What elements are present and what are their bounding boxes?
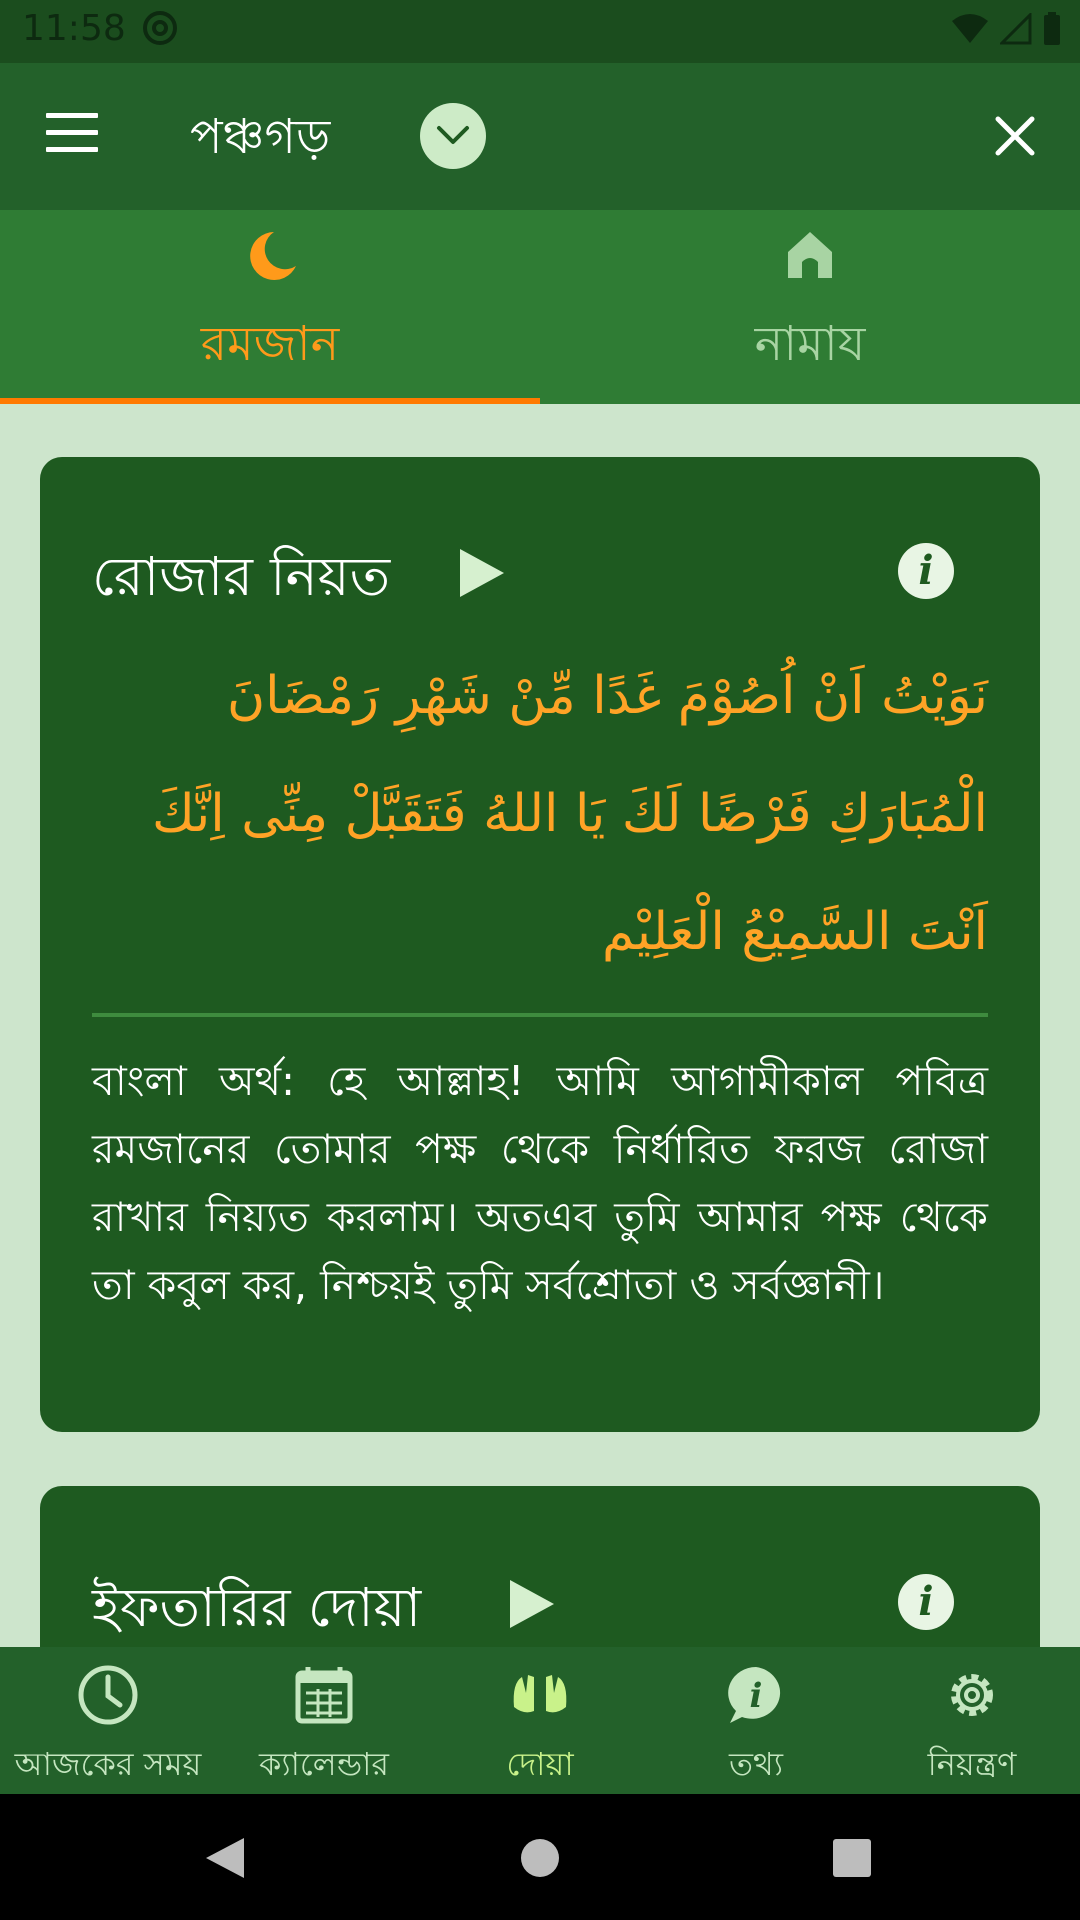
menu-icon-line [46,130,98,135]
crescent-moon-icon [250,232,296,280]
tab-ramadan[interactable]: রমজান [0,210,540,404]
nav-label: আজকের সময় [14,1745,202,1783]
battery-icon [1044,12,1060,45]
tab-bar: রমজান নামায [0,210,1080,404]
dua-card: রোজার নিয়ত i نَوَيْتُ اَنْ اُصُوْمَ غَد… [40,457,1040,1432]
tab-indicator [0,398,540,404]
status-time: 11:58 [22,8,126,49]
nav-label: ক্যালেন্ডার [258,1745,390,1783]
arabic-text: نَوَيْتُ اَنْ اُصُوْمَ غَدًا مِّنْ شَهْر… [151,666,988,962]
system-nav-bar [0,1794,1080,1920]
info-button[interactable]: i [898,543,954,599]
card-title: ইফতারির দোয়া [92,1576,422,1639]
nav-label: নিয়ন্ত্রণ [927,1745,1017,1783]
status-icons [950,12,1062,46]
chevron-down-icon [437,126,469,144]
app-bar: পঞ্চগড় [0,63,1080,210]
at-sign-icon [143,11,177,45]
card-title: রোজার নিয়ত [92,545,391,608]
close-icon[interactable] [990,111,1040,161]
info-bubble-icon: i [728,1667,781,1723]
calendar-icon [295,1667,353,1724]
gear-icon [951,1674,993,1716]
play-icon[interactable] [502,1576,558,1632]
nav-calendar[interactable]: ক্যালেন্ডার [216,1647,432,1794]
play-icon[interactable] [452,545,508,601]
menu-icon-line [46,147,98,152]
recents-icon[interactable] [832,1838,872,1878]
location-dropdown-button[interactable] [420,103,486,169]
clock-icon [78,1665,138,1725]
back-icon[interactable] [204,1836,246,1880]
location-title[interactable]: পঞ্চগড় [190,101,330,180]
status-bar: 11:58 [0,0,1080,63]
menu-icon-line [46,113,98,118]
bottom-nav: আজকের সময় ক্যালেন্ডার দোয়া i তথ্য নিয়… [0,1647,1080,1794]
nav-label: দোয়া [506,1745,574,1783]
mosque-icon [788,232,832,278]
nav-dua[interactable]: দোয়া [432,1647,648,1794]
signal-icon [1000,13,1032,45]
nav-settings[interactable]: নিয়ন্ত্রণ [864,1647,1080,1794]
tab-label-ramadan: রমজান [200,316,340,372]
wifi-icon [952,14,988,43]
tab-namaz[interactable]: নামায [540,210,1080,404]
nav-label: তথ্য [728,1745,783,1783]
praying-hands-icon [513,1675,567,1713]
divider [92,1013,988,1017]
nav-info[interactable]: i তথ্য [648,1647,864,1794]
tab-label-namaz: নামায [754,316,866,372]
bangla-meaning: বাংলা অর্থ: হে আল্লাহ! আমি আগামীকাল পবিত… [92,1057,988,1309]
info-button[interactable]: i [898,1574,954,1630]
home-icon[interactable] [520,1838,560,1878]
nav-today-times[interactable]: আজকের সময় [0,1647,216,1794]
menu-button[interactable] [46,113,98,153]
svg-text:i: i [750,1676,763,1716]
